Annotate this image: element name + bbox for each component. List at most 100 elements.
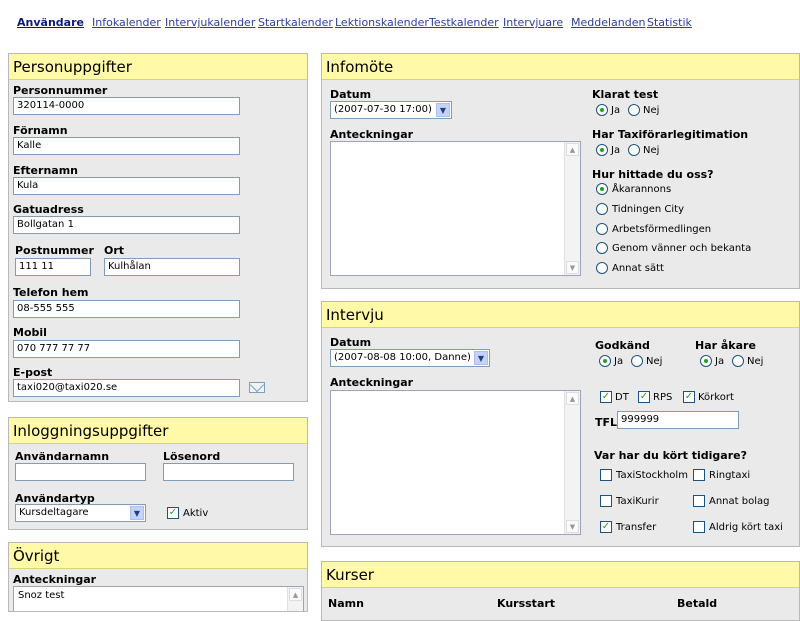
- usertype-select[interactable]: Kursdeltagare ▼: [15, 504, 146, 522]
- personnummer-input[interactable]: 320114-0000: [13, 97, 240, 115]
- telefon-label: Telefon hem: [13, 286, 89, 299]
- ovrigt-notes-textarea[interactable]: Snoz test ▲: [13, 586, 304, 611]
- epost-input[interactable]: taxi020@taxi020.se: [13, 379, 240, 397]
- intervju-datum-select[interactable]: (2007-08-08 10:00, Danne) ▼: [330, 349, 490, 367]
- hittade-radio[interactable]: [596, 183, 608, 195]
- kort-checkbox[interactable]: [693, 521, 705, 533]
- telefon-input[interactable]: 08-555 555: [13, 300, 240, 318]
- intervju-panel: Intervju Datum (2007-08-08 10:00, Danne)…: [321, 301, 800, 547]
- godkand-label: Godkänd: [595, 339, 650, 352]
- klarat-nej-label: Nej: [643, 105, 660, 116]
- nav-infokalender[interactable]: Infokalender: [92, 16, 161, 29]
- aktiv-checkbox[interactable]: ✓: [167, 507, 179, 519]
- klarat-test-label: Klarat test: [592, 88, 659, 101]
- infomote-notes-textarea[interactable]: ▲ ▼: [330, 141, 581, 276]
- personnummer-label: Personnummer: [13, 84, 108, 97]
- scroll-down-icon[interactable]: ▼: [566, 261, 579, 274]
- scroll-up-icon[interactable]: ▲: [566, 143, 579, 156]
- godkand-nej-radio[interactable]: [631, 355, 643, 367]
- ort-input[interactable]: Kulhålan: [104, 258, 240, 276]
- hittade-radio[interactable]: [596, 262, 608, 274]
- hittade-option: Arbetsförmedlingen: [612, 224, 712, 235]
- personuppgifter-panel: Personuppgifter Personnummer 320114-0000…: [8, 53, 308, 402]
- nav-lektionskalender[interactable]: Lektionskalender: [335, 16, 429, 29]
- scrollbar[interactable]: ▲ ▼: [564, 391, 580, 534]
- hittade-option: Tidningen City: [612, 204, 684, 215]
- godkand-ja-label: Ja: [614, 356, 624, 367]
- intervju-datum-label: Datum: [330, 336, 372, 349]
- nav-statistik[interactable]: Statistik: [647, 16, 692, 29]
- chevron-down-icon: ▼: [474, 351, 488, 365]
- kort-option: TaxiKurir: [616, 496, 659, 507]
- legit-label: Har Taxiförarlegitimation: [592, 128, 749, 141]
- postnummer-input[interactable]: 111 11: [15, 258, 91, 276]
- akare-nej-label: Nej: [747, 356, 764, 367]
- panel-title: Kurser: [322, 562, 799, 588]
- mobil-input[interactable]: 070 777 77 77: [13, 340, 240, 358]
- scrollbar[interactable]: ▲ ▼: [564, 142, 580, 275]
- intervju-notes-label: Anteckningar: [330, 376, 414, 389]
- nav-meddelanden[interactable]: Meddelanden: [571, 16, 645, 29]
- kort-checkbox[interactable]: ✓: [600, 521, 612, 533]
- col-kursstart: Kursstart: [497, 597, 556, 610]
- usertype-value: Kursdeltagare: [19, 507, 89, 518]
- efternamn-input[interactable]: Kula: [13, 177, 240, 195]
- nav-intervjukalender[interactable]: Intervjukalender: [165, 16, 255, 29]
- fornamn-label: Förnamn: [13, 124, 68, 137]
- klarat-ja-radio[interactable]: [596, 104, 608, 116]
- panel-title: Infomöte: [322, 54, 799, 80]
- mail-icon[interactable]: [249, 382, 265, 393]
- godkand-nej-label: Nej: [646, 356, 663, 367]
- kort-option: TaxiStockholm: [616, 470, 688, 481]
- username-input[interactable]: [15, 463, 146, 481]
- godkand-ja-radio[interactable]: [599, 355, 611, 367]
- infomote-datum-select[interactable]: (2007-07-30 17:00) ▼: [330, 101, 452, 119]
- gatuadress-input[interactable]: Bollgatan 1: [13, 216, 240, 234]
- tfl-input[interactable]: 999999: [617, 411, 739, 429]
- klarat-nej-radio[interactable]: [628, 104, 640, 116]
- fornamn-input[interactable]: Kalle: [13, 137, 240, 155]
- password-input[interactable]: [163, 463, 294, 481]
- aktiv-label: Aktiv: [183, 508, 209, 519]
- rps-checkbox[interactable]: ✓: [638, 391, 650, 403]
- akare-ja-label: Ja: [715, 356, 725, 367]
- scroll-down-icon[interactable]: ▼: [566, 520, 579, 533]
- hittade-radio[interactable]: [596, 203, 608, 215]
- username-label: Användarnamn: [15, 450, 110, 463]
- chevron-down-icon: ▼: [130, 506, 144, 520]
- gatuadress-label: Gatuadress: [13, 203, 84, 216]
- kort-checkbox[interactable]: [600, 469, 612, 481]
- legit-nej-radio[interactable]: [628, 144, 640, 156]
- korkort-checkbox[interactable]: ✓: [683, 391, 695, 403]
- legit-ja-label: Ja: [611, 145, 621, 156]
- kort-checkbox[interactable]: [600, 495, 612, 507]
- kort-option: Transfer: [616, 522, 657, 533]
- ort-label: Ort: [104, 244, 125, 257]
- hittade-radio[interactable]: [596, 242, 608, 254]
- legit-ja-radio[interactable]: [596, 144, 608, 156]
- dt-label: DT: [615, 392, 629, 403]
- infomote-panel: Infomöte Datum (2007-07-30 17:00) ▼ Ante…: [321, 53, 800, 289]
- scroll-up-icon[interactable]: ▲: [289, 588, 302, 601]
- nav-testkalender[interactable]: Testkalender: [429, 16, 499, 29]
- hittade-radio[interactable]: [596, 223, 608, 235]
- akare-ja-radio[interactable]: [700, 355, 712, 367]
- kort-checkbox[interactable]: [693, 469, 705, 481]
- nav-anvandare[interactable]: Användare: [17, 16, 84, 29]
- dt-checkbox[interactable]: ✓: [600, 391, 612, 403]
- kort-option: Ringtaxi: [709, 470, 751, 481]
- infomote-datum-value: (2007-07-30 17:00): [334, 104, 432, 115]
- rps-label: RPS: [653, 392, 673, 403]
- kort-checkbox[interactable]: [693, 495, 705, 507]
- ovrigt-panel: Övrigt Anteckningar Snoz test ▲: [8, 542, 308, 612]
- scroll-up-icon[interactable]: ▲: [566, 392, 579, 405]
- kort-label: Var har du kört tidigare?: [594, 449, 747, 462]
- nav-intervjuare[interactable]: Intervjuare: [503, 16, 563, 29]
- password-label: Lösenord: [163, 450, 221, 463]
- scrollbar[interactable]: ▲: [287, 587, 303, 611]
- nav-startkalender[interactable]: Startkalender: [258, 16, 333, 29]
- infomote-datum-label: Datum: [330, 88, 372, 101]
- ovrigt-notes-label: Anteckningar: [13, 573, 97, 586]
- akare-nej-radio[interactable]: [732, 355, 744, 367]
- intervju-notes-textarea[interactable]: ▲ ▼: [330, 390, 581, 535]
